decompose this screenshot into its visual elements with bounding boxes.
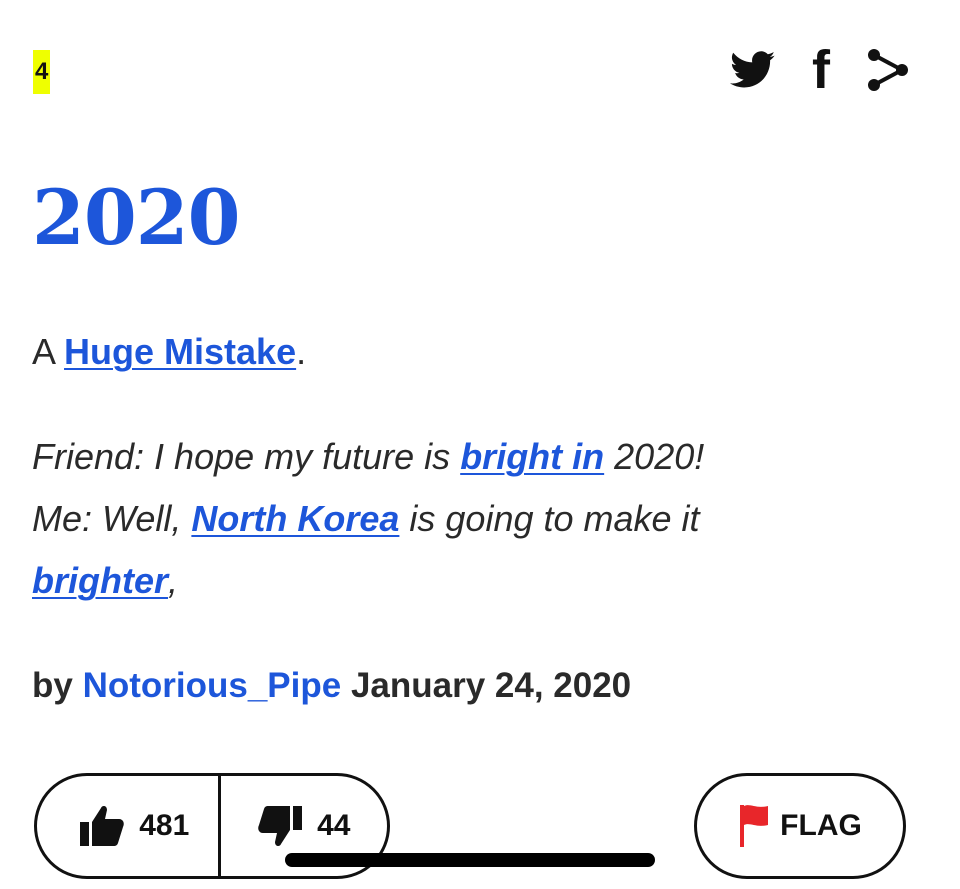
post-date: January 24, 2020 — [341, 666, 632, 705]
byline: by Notorious_Pipe January 24, 2020 — [32, 656, 631, 716]
rank-badge: 4 — [33, 50, 51, 94]
meaning-prefix: A — [32, 331, 65, 372]
home-indicator[interactable] — [285, 853, 655, 867]
flag-label: FLAG — [780, 809, 862, 842]
example: Friend: I hope my future is bright in 20… — [32, 426, 912, 612]
example-line2-text: Me: Well, — [32, 498, 192, 539]
downvote-count: 44 — [317, 809, 351, 842]
meaning-link[interactable]: Huge Mistake — [64, 331, 296, 372]
meaning-suffix: . — [296, 331, 307, 372]
flag-button[interactable]: FLAG — [694, 773, 906, 879]
twitter-icon[interactable] — [730, 51, 776, 89]
share-bar: f — [730, 40, 910, 100]
byline-by: by — [32, 666, 83, 705]
word-title[interactable]: 2020 — [32, 168, 241, 268]
thumbs-down-icon — [258, 806, 303, 847]
example-line1-text: Friend: I hope my future is — [32, 436, 461, 477]
flag-icon — [740, 805, 769, 847]
example-line2-end: is going to make it — [399, 498, 700, 539]
meaning: A Huge Mistake. — [32, 322, 306, 382]
upvote-count: 481 — [139, 809, 190, 842]
share-icon[interactable] — [866, 47, 910, 93]
example-link-brighter[interactable]: brighter — [32, 560, 168, 601]
facebook-icon[interactable]: f — [806, 40, 836, 100]
example-link-bright-in[interactable]: bright in — [460, 436, 604, 477]
example-line3-end: , — [168, 560, 179, 601]
upvote-button[interactable]: 481 — [37, 776, 221, 876]
example-line1-end: 2020! — [604, 436, 705, 477]
author-link[interactable]: Notorious_Pipe — [83, 666, 342, 705]
example-link-north-korea[interactable]: North Korea — [191, 498, 399, 539]
thumbs-up-icon — [80, 805, 125, 846]
